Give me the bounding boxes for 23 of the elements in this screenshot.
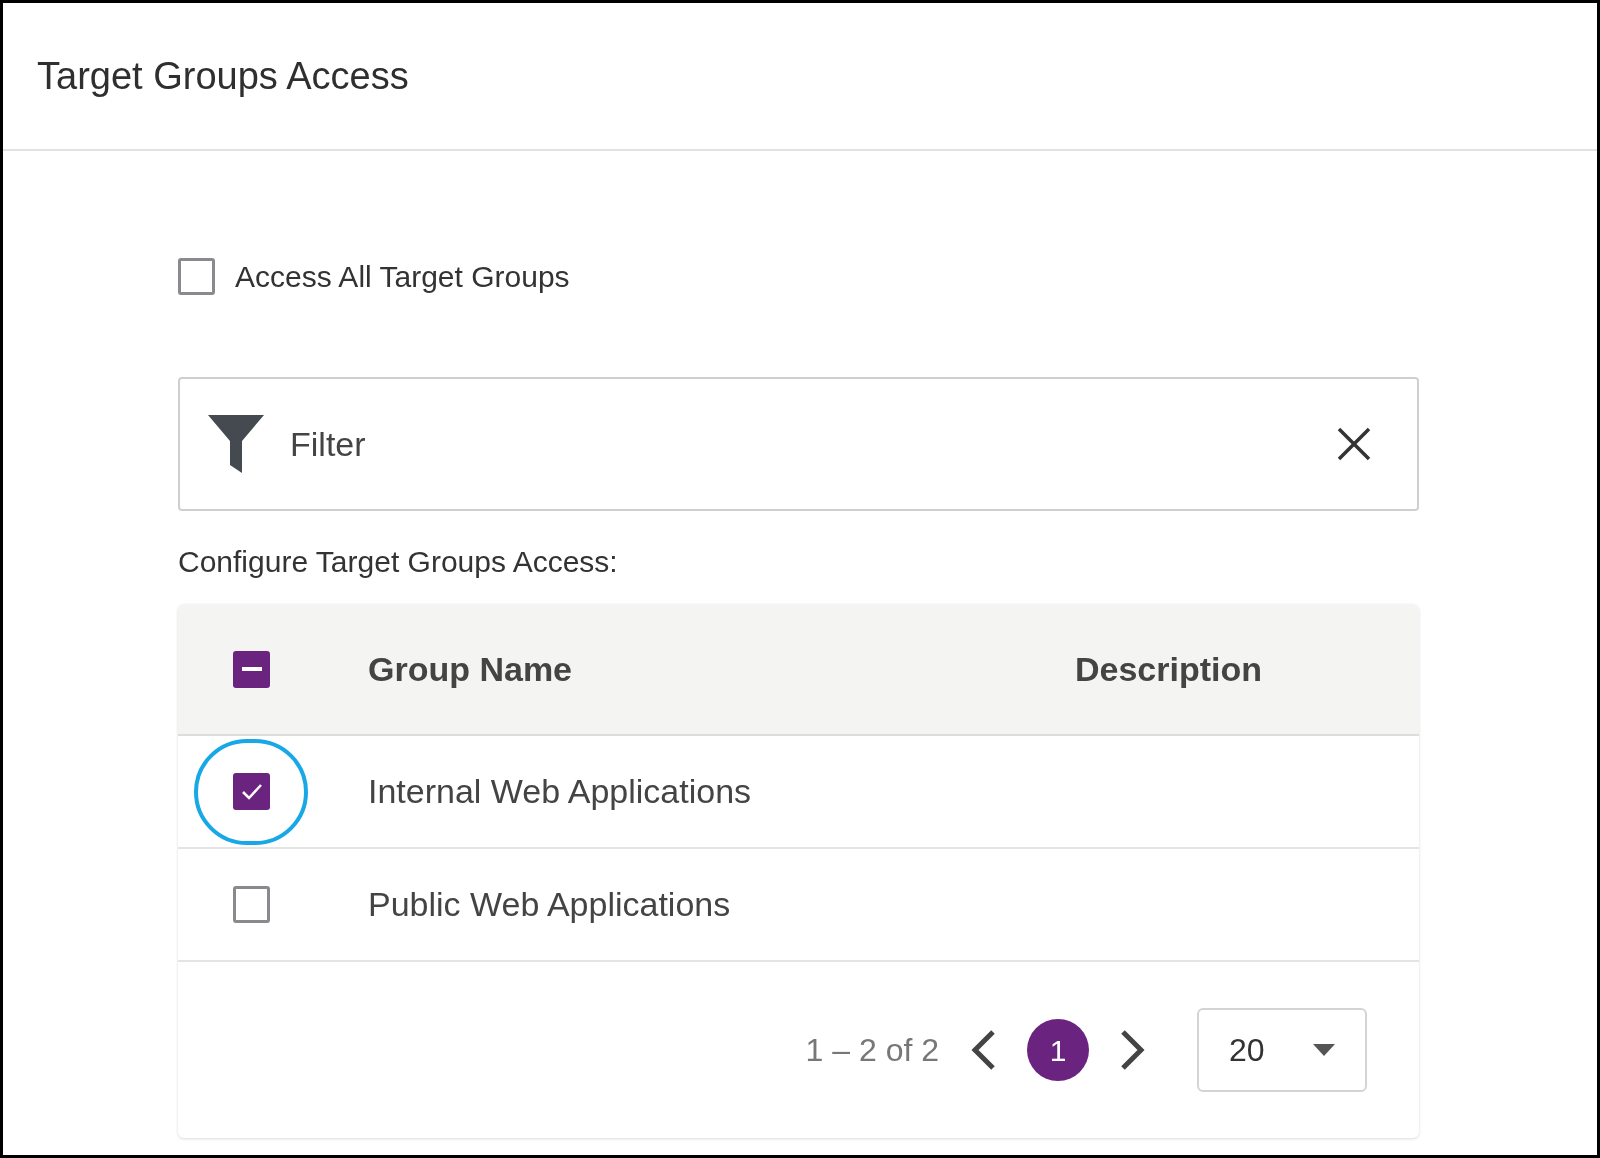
chevron-left-icon[interactable] xyxy=(969,1029,997,1071)
filter-input[interactable]: Filter xyxy=(290,418,1311,470)
checkbox[interactable] xyxy=(233,886,270,923)
chevron-right-icon[interactable] xyxy=(1119,1029,1147,1071)
page-range: 1 – 2 of 2 xyxy=(805,1031,939,1070)
caret-icon xyxy=(1313,1044,1335,1056)
page-size-dropdown[interactable]: 20 xyxy=(1197,1008,1367,1092)
filter-field[interactable]: Filter xyxy=(178,377,1419,511)
page-title: Target Groups Access xyxy=(37,53,409,99)
table-cell-text: Public Web Applications xyxy=(368,884,731,925)
filter-icon xyxy=(208,415,264,473)
page-button[interactable]: 1 xyxy=(1027,1019,1089,1081)
table-cell-text: Internal Web Applications xyxy=(368,771,752,812)
column-header: Description xyxy=(1075,648,1263,690)
table-row[interactable]: Internal Web Applications xyxy=(178,736,1419,849)
checkbox[interactable] xyxy=(233,773,270,810)
section-label: Configure Target Groups Access: xyxy=(178,544,619,580)
table-row[interactable]: Public Web Applications xyxy=(178,849,1419,962)
column-header: Group Name xyxy=(368,648,574,690)
close-icon[interactable] xyxy=(1337,427,1371,461)
checkbox[interactable] xyxy=(178,258,215,295)
checkbox-label: Access All Target Groups xyxy=(235,259,570,295)
checkbox[interactable] xyxy=(233,650,270,688)
